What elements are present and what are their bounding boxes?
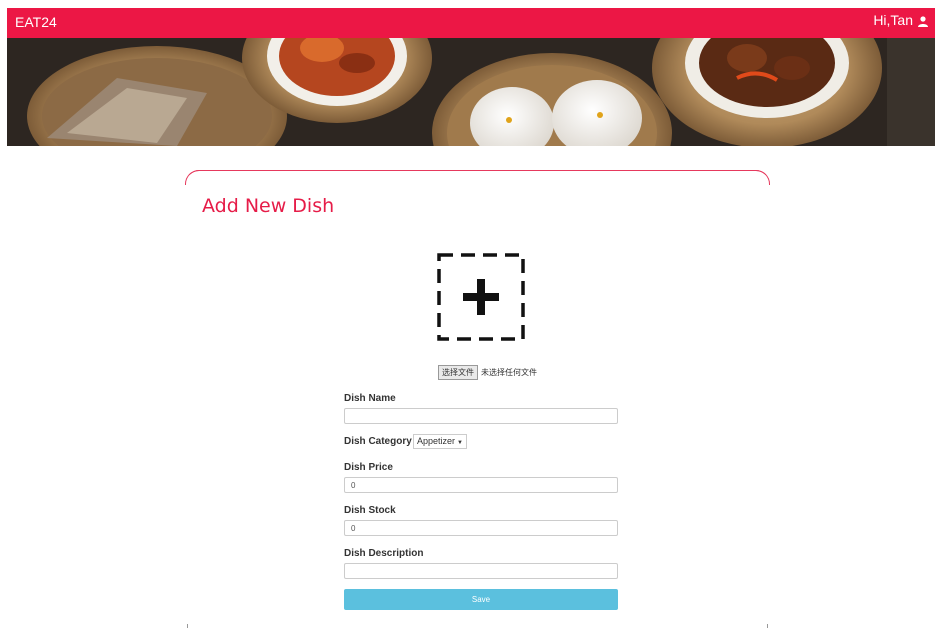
save-button[interactable]: Save [344, 589, 618, 610]
dish-description-label: Dish Description [344, 548, 424, 559]
dish-category-label: Dish Category [344, 436, 412, 447]
page-title: Add New Dish [202, 195, 335, 217]
card-border-right-end [767, 624, 768, 628]
card-border [185, 170, 770, 185]
file-status-text: 未选择任何文件 [481, 368, 537, 377]
user-menu[interactable]: Hi,Tan [873, 12, 929, 28]
file-picker[interactable]: 选择文件 未选择任何文件 [438, 365, 537, 380]
dish-category-value: Appetizer [417, 436, 456, 446]
dish-stock-label: Dish Stock [344, 505, 396, 516]
dish-stock-input[interactable]: 0 [344, 520, 618, 536]
dish-description-input[interactable] [344, 563, 618, 579]
user-icon[interactable] [917, 14, 929, 27]
page: EAT24 Hi,Tan Add New Dish 选择文件 未选择任何文件 D… [0, 0, 935, 628]
dish-price-label: Dish Price [344, 462, 393, 473]
top-navbar: EAT24 Hi,Tan [7, 8, 935, 38]
dish-price-input[interactable]: 0 [344, 477, 618, 493]
dish-category-select[interactable]: Appetizer ▼ [413, 434, 467, 449]
choose-file-button[interactable]: 选择文件 [438, 365, 478, 380]
dish-name-label: Dish Name [344, 393, 396, 404]
dish-name-input[interactable] [344, 408, 618, 424]
food-banner-image [7, 38, 935, 146]
add-image-icon[interactable] [436, 252, 526, 342]
card-border-left-end [187, 624, 188, 628]
user-greeting[interactable]: Hi,Tan [873, 12, 913, 28]
caret-down-icon: ▼ [457, 440, 463, 446]
brand-logo[interactable]: EAT24 [15, 14, 57, 30]
